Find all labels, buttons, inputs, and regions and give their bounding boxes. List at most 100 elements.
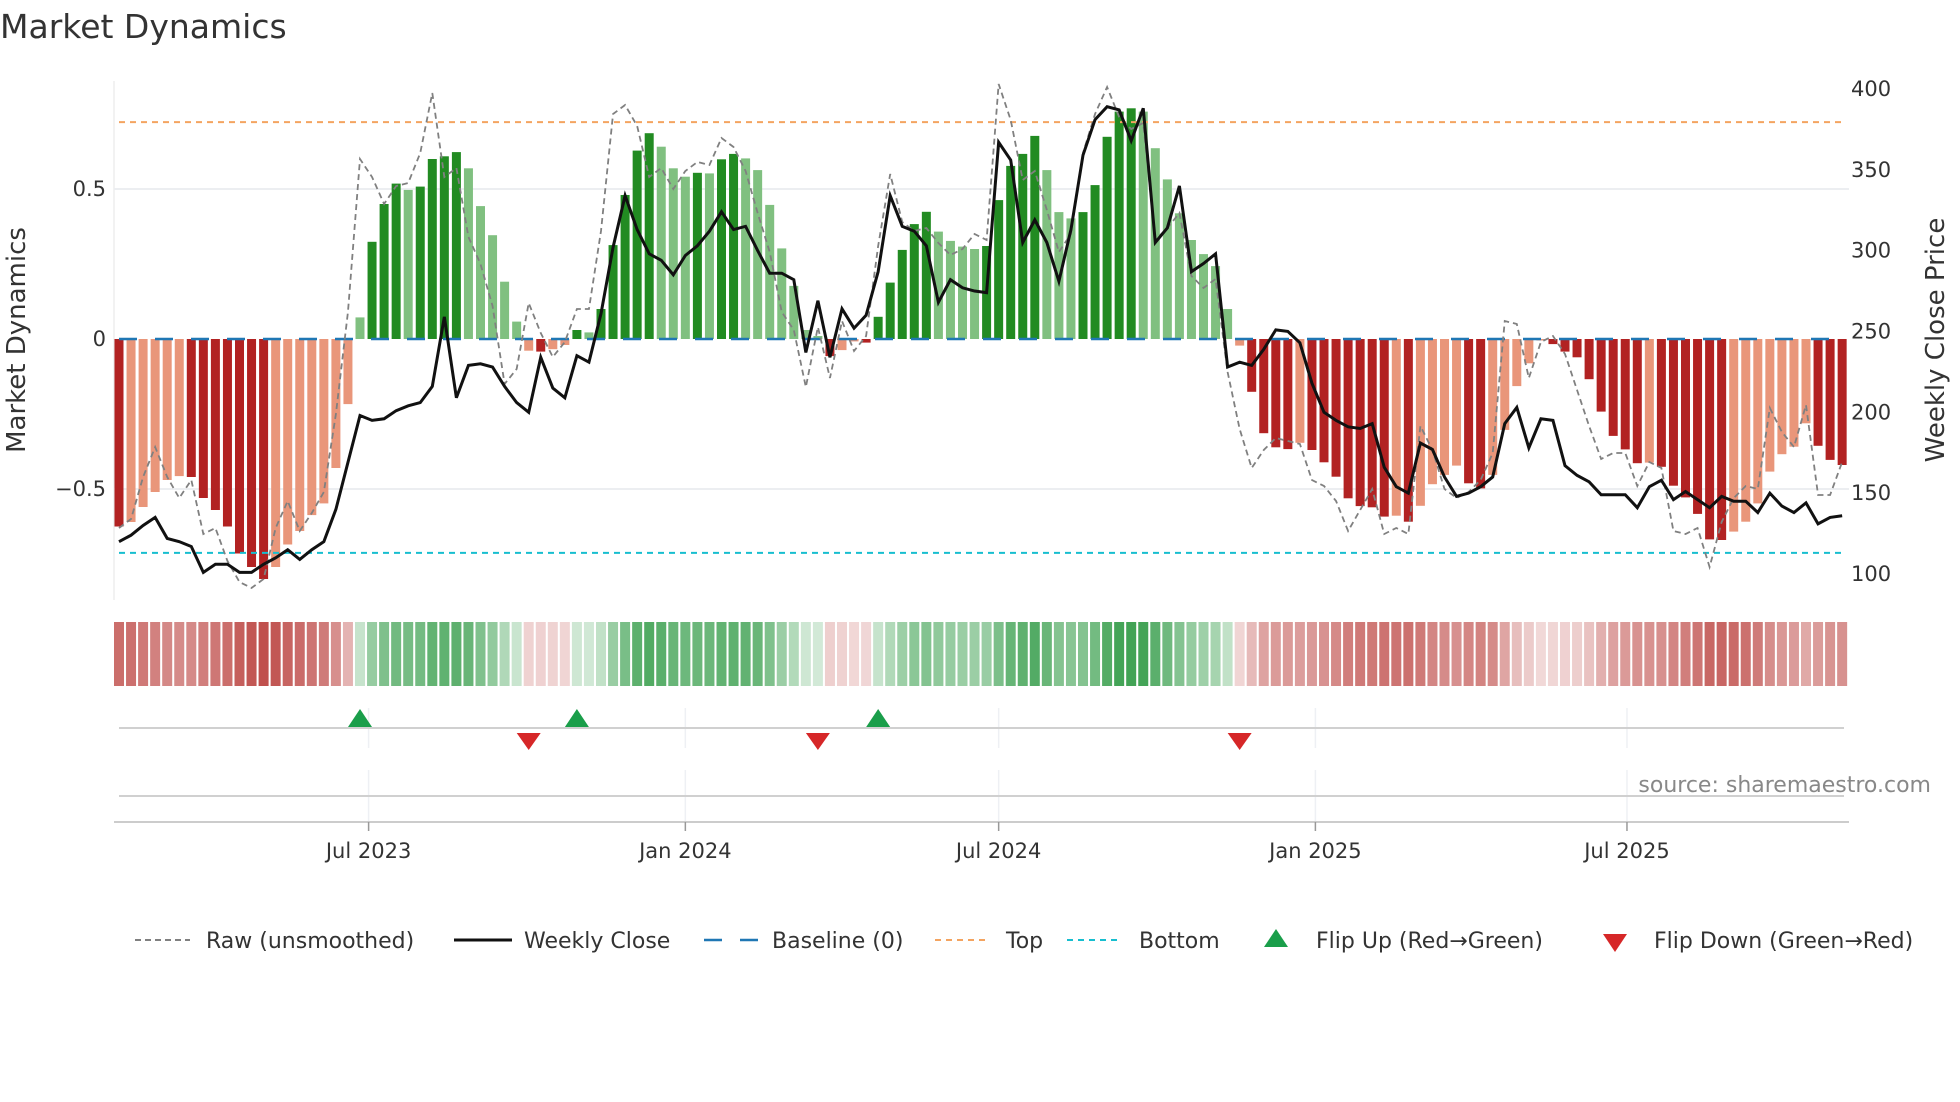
bar bbox=[247, 339, 257, 567]
bar bbox=[1608, 339, 1618, 436]
bar bbox=[271, 339, 281, 567]
bar bbox=[873, 316, 883, 339]
heat-cell bbox=[728, 622, 739, 686]
heat-cell bbox=[897, 622, 908, 686]
heat-cell bbox=[138, 622, 149, 686]
heat-cell bbox=[656, 622, 667, 686]
bar bbox=[1632, 339, 1642, 464]
heat-cell bbox=[1403, 622, 1414, 686]
heat-cell bbox=[511, 622, 522, 686]
heat-cell bbox=[957, 622, 968, 686]
bar bbox=[1488, 339, 1498, 475]
bar bbox=[1331, 339, 1341, 477]
heat-cell bbox=[427, 622, 438, 686]
bar bbox=[1090, 185, 1100, 339]
heat-cell bbox=[1186, 622, 1197, 686]
heat-cell bbox=[162, 622, 173, 686]
heat-cell bbox=[1560, 622, 1570, 686]
heat-cell bbox=[1005, 622, 1016, 686]
heat-cell bbox=[788, 622, 799, 686]
bar bbox=[1464, 339, 1474, 484]
bar bbox=[1717, 339, 1727, 540]
series-lines bbox=[118, 83, 1843, 590]
heat-cell bbox=[451, 622, 462, 686]
bar bbox=[1283, 339, 1293, 450]
heat-cell bbox=[1764, 622, 1775, 686]
bar bbox=[427, 159, 437, 339]
triangle-up-icon bbox=[1264, 929, 1288, 947]
heat-cell bbox=[1258, 622, 1269, 686]
heat-cell bbox=[1620, 622, 1631, 686]
bar bbox=[1102, 136, 1112, 339]
heat-cell bbox=[523, 622, 534, 686]
heat-cell bbox=[1668, 622, 1679, 686]
bar bbox=[994, 200, 1004, 339]
bar bbox=[1078, 212, 1088, 339]
bar bbox=[692, 172, 702, 339]
bar bbox=[150, 339, 160, 492]
heat-cell bbox=[439, 622, 450, 686]
y2-tick-label: 250 bbox=[1851, 319, 1891, 343]
bar bbox=[1596, 339, 1606, 412]
bar bbox=[1825, 339, 1835, 460]
y2-ticks: 400 350 300 250 200 150 100 bbox=[1851, 77, 1891, 586]
bar bbox=[1030, 135, 1040, 339]
heat-cell bbox=[403, 622, 414, 686]
heat-cell bbox=[921, 622, 932, 686]
bar bbox=[512, 321, 522, 339]
heat-cell bbox=[945, 622, 956, 686]
heat-cell bbox=[547, 622, 558, 686]
heat-cell bbox=[330, 622, 341, 686]
x-tick-label: Jul 2025 bbox=[1582, 839, 1669, 863]
heat-cell bbox=[1825, 622, 1836, 686]
bar bbox=[114, 339, 124, 527]
heat-cell bbox=[342, 622, 353, 686]
heat-cell bbox=[174, 622, 185, 686]
bar bbox=[1343, 339, 1353, 499]
y2-tick-label: 150 bbox=[1851, 481, 1891, 505]
legend: Raw (unsmoothed) Weekly Close Baseline (0)… bbox=[135, 929, 1913, 954]
heat-cell bbox=[885, 622, 896, 686]
heat-cell bbox=[596, 622, 606, 686]
bar bbox=[632, 150, 642, 339]
x-tick-label: Jan 2025 bbox=[1267, 839, 1362, 863]
heat-cell bbox=[1102, 622, 1113, 686]
heat-cell bbox=[415, 622, 426, 686]
heat-cell bbox=[1078, 622, 1088, 686]
y2-axis-label: Weekly Close Price bbox=[1921, 218, 1951, 463]
heat-cell bbox=[993, 622, 1004, 686]
bar bbox=[1753, 339, 1763, 504]
bar bbox=[1476, 339, 1486, 489]
bar bbox=[162, 339, 172, 480]
bar bbox=[1741, 339, 1751, 522]
heat-strip bbox=[114, 622, 1848, 686]
bars bbox=[114, 108, 1847, 579]
heat-cell bbox=[1210, 622, 1221, 686]
heat-cell bbox=[222, 622, 233, 686]
bar bbox=[415, 186, 425, 339]
heat-cell bbox=[1234, 622, 1245, 686]
bar bbox=[186, 339, 196, 477]
triangle-down-icon bbox=[1603, 934, 1627, 952]
y-tick-label: 0 bbox=[93, 327, 106, 351]
heat-cell bbox=[258, 622, 269, 686]
bar bbox=[1174, 213, 1184, 339]
heat-cell bbox=[1584, 622, 1595, 686]
bar bbox=[970, 249, 980, 339]
heat-cell bbox=[1041, 622, 1052, 686]
heat-cell bbox=[282, 622, 293, 686]
market-dynamics-chart: Market Dynamics Market Dynamics Weekly C… bbox=[0, 7, 1951, 954]
bar bbox=[1271, 339, 1281, 448]
source-label: source: sharemaestro.com bbox=[1638, 773, 1931, 798]
heat-cell bbox=[716, 622, 727, 686]
legend-item: Raw (unsmoothed) bbox=[135, 929, 414, 954]
heat-cell bbox=[1294, 622, 1305, 686]
legend-label: Top bbox=[1005, 929, 1043, 954]
heat-cell bbox=[583, 622, 594, 686]
heat-cell bbox=[764, 622, 775, 686]
heat-cell bbox=[210, 622, 221, 686]
heat-cell bbox=[1776, 622, 1787, 686]
y2-tick-label: 400 bbox=[1851, 77, 1891, 101]
heat-cell bbox=[861, 622, 872, 686]
heat-cell bbox=[608, 622, 619, 686]
